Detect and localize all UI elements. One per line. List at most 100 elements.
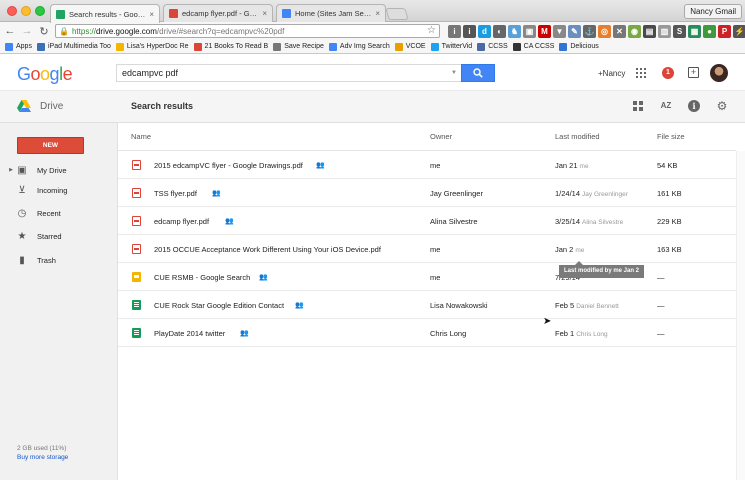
search-options-caret-icon[interactable]: ▼ — [451, 70, 457, 76]
table-row[interactable]: CUE Rock Star Google Edition Contact 👥 L… — [118, 291, 736, 319]
modified-by: me — [579, 163, 589, 170]
close-tab-icon[interactable]: × — [149, 10, 154, 19]
shared-people-icon: 👥 — [259, 274, 268, 281]
new-tab-button[interactable] — [385, 8, 409, 20]
column-header-name[interactable]: Name — [131, 132, 151, 141]
reload-icon[interactable]: ↻ — [37, 25, 51, 38]
extension-icon[interactable]: ◎ — [598, 24, 611, 38]
bookmark-item[interactable]: Lisa's HyperDoc Re — [115, 42, 189, 51]
tab-edcamp-flyer[interactable]: edcamp flyer.pdf - Google Drive × — [163, 4, 273, 22]
extension-icon[interactable]: ⚡ — [733, 24, 745, 38]
extension-icon[interactable]: P — [718, 24, 731, 38]
avatar[interactable] — [710, 64, 728, 82]
extension-icon[interactable]: i — [448, 24, 461, 38]
column-header-file-size[interactable]: File size — [657, 132, 685, 141]
share-plus-icon[interactable]: + — [688, 67, 699, 78]
extension-icon[interactable]: i — [463, 24, 476, 38]
expand-arrow-icon[interactable]: ▶ — [6, 167, 16, 173]
bookmark-item[interactable]: VCOE — [394, 42, 426, 51]
pdf-file-icon — [132, 216, 141, 226]
file-modified: 1/24/14 Jay Greenlinger — [555, 189, 628, 198]
extension-icon[interactable]: ● — [703, 24, 716, 38]
tab-sites-home[interactable]: Home (Sites Jam Sessions) × — [276, 4, 386, 22]
bookmark-item[interactable]: iPad Multimedia Too — [36, 42, 111, 51]
bookmark-item[interactable]: Save Recipe — [273, 42, 324, 51]
extension-icon[interactable]: ▣ — [523, 24, 536, 38]
extension-icon[interactable]: ♞ — [508, 24, 521, 38]
extension-icon[interactable]: M — [538, 24, 551, 38]
extension-icon[interactable]: ▤ — [643, 24, 656, 38]
new-button[interactable]: NEW — [17, 137, 84, 154]
extension-icon[interactable]: ▦ — [688, 24, 701, 38]
table-row[interactable]: 2015 edcampVC flyer - Google Drawings.pd… — [118, 151, 736, 179]
table-row[interactable]: TSS flyer.pdf 👥 Jay Greenlinger 1/24/14 J… — [118, 179, 736, 207]
window-close-button[interactable] — [7, 6, 17, 16]
bookmark-star-icon[interactable]: ☆ — [427, 25, 436, 36]
bookmark-favicon-icon — [273, 42, 282, 51]
column-header-last-modified[interactable]: Last modified — [555, 132, 600, 141]
search-input[interactable]: edcampvc pdf ▼ — [116, 64, 461, 82]
google-plus-user-link[interactable]: +Nancy — [598, 69, 625, 78]
sidebar-item-my-drive[interactable]: ▶ ▣ My Drive — [0, 160, 118, 180]
bookmark-item[interactable]: Adv Img Search — [328, 42, 390, 51]
grid-view-icon[interactable] — [632, 100, 644, 112]
shared-people-icon: 👥 — [295, 302, 304, 309]
sidebar-item-incoming[interactable]: ⊻ Incoming — [0, 180, 118, 200]
url-path: /drive/#search?q=edcampvc%20pdf — [156, 26, 285, 36]
extension-icon[interactable]: ◐ — [493, 24, 506, 38]
file-name: TSS flyer.pdf — [154, 189, 197, 198]
extension-icon[interactable]: ◉ — [628, 24, 641, 38]
buy-storage-link[interactable]: Buy more storage — [17, 454, 68, 461]
browser-user-button[interactable]: Nancy Gmail — [684, 4, 742, 19]
sidebar-item-recent[interactable]: ◷ Recent — [0, 203, 118, 223]
storage-usage: 2 GB used (11%) — [17, 445, 67, 452]
table-row[interactable]: PlayDate 2014 twitter 👥 Chris Long Feb 1… — [118, 319, 736, 347]
url-host: drive.google.com — [95, 26, 157, 36]
notifications-badge[interactable]: 1 — [662, 67, 674, 79]
close-tab-icon[interactable]: × — [262, 9, 267, 18]
extension-icon[interactable]: ▼ — [553, 24, 566, 38]
address-bar[interactable]: 🔒 https:// drive.google.com /drive/#sear… — [55, 24, 440, 38]
file-modified: Jan 2 me — [555, 245, 584, 254]
gear-icon[interactable]: ⚙ — [716, 100, 728, 112]
window-minimize-button[interactable] — [21, 6, 31, 16]
drive-header: Drive Search results AZ i ⚙ — [0, 91, 745, 123]
back-icon[interactable]: ← — [3, 25, 17, 37]
sort-az-icon[interactable]: AZ — [660, 100, 672, 112]
bookmark-item[interactable]: CA CCSS — [512, 42, 554, 51]
info-icon[interactable]: i — [688, 100, 700, 112]
sidebar-item-trash[interactable]: ▮ Trash — [0, 250, 118, 270]
bookmark-item[interactable]: 21 Books To Read B — [193, 42, 268, 51]
column-header-owner[interactable]: Owner — [430, 132, 452, 141]
google-logo[interactable]: Google — [17, 64, 73, 85]
search-button[interactable] — [461, 64, 495, 82]
extension-icon[interactable]: ✎ — [568, 24, 581, 38]
close-tab-icon[interactable]: × — [375, 9, 380, 18]
apps-launcher-icon[interactable] — [636, 68, 646, 78]
extension-icon[interactable]: ▥ — [658, 24, 671, 38]
window-maximize-button[interactable] — [35, 6, 45, 16]
table-row[interactable]: edcamp flyer.pdf 👥 Alina Silvestre 3/25/… — [118, 207, 736, 235]
file-size: 161 KB — [657, 189, 682, 198]
file-modified: 3/25/14 Alina Silvestre — [555, 217, 623, 226]
drive-app-name[interactable]: Drive — [40, 101, 63, 112]
bookmark-item[interactable]: Delicious — [559, 42, 599, 51]
drive-logo-icon — [17, 100, 31, 112]
sidebar-item-starred[interactable]: ★ Starred — [0, 226, 118, 246]
scrollbar[interactable] — [736, 151, 745, 480]
extension-icon[interactable]: ✕ — [613, 24, 626, 38]
bookmark-item[interactable]: TwitterVid — [430, 42, 472, 51]
bookmark-item[interactable]: CCSS — [477, 42, 508, 51]
logo-letter: e — [62, 64, 73, 84]
pdf-file-icon — [132, 160, 141, 170]
extension-icon[interactable]: d — [478, 24, 491, 38]
forward-icon[interactable]: → — [20, 25, 34, 37]
table-row[interactable]: 2015 OCCUE Acceptance Work Different Usi… — [118, 235, 736, 263]
mouse-cursor-icon: ➤ — [543, 316, 552, 327]
file-owner: me — [430, 245, 441, 254]
extension-icon[interactable]: S — [673, 24, 686, 38]
tab-search-results[interactable]: Search results - Google Drive × — [50, 4, 160, 23]
extension-icon[interactable]: ⚓ — [583, 24, 596, 38]
sidebar-item-label: Incoming — [37, 185, 68, 195]
bookmark-item[interactable]: Apps — [5, 42, 32, 51]
